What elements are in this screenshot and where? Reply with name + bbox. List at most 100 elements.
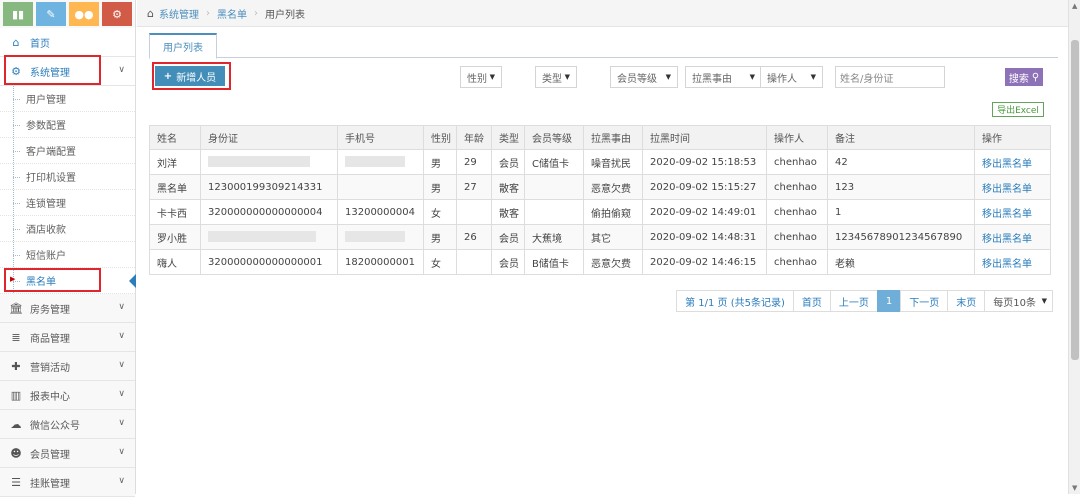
main-content: ⌂ 系统管理 › 黑名单 › 用户列表 用户列表 + 新增人员 性别 ▼ 类型 ▼ … — [137, 0, 1080, 494]
breadcrumb-item[interactable]: 黑名单 — [217, 6, 247, 21]
cell-gender: 女 — [423, 249, 457, 275]
member-level-select[interactable]: 会员等级 ▼ — [610, 66, 678, 88]
cell-reason: 其它 — [583, 224, 643, 250]
cell-id-redacted — [200, 224, 338, 250]
cogs-icon[interactable]: ⚙ — [102, 2, 132, 26]
pagination-next[interactable]: 下一页 — [900, 290, 949, 312]
sidebar-item-room[interactable]: 🏛 房务管理 ∨ — [0, 294, 135, 323]
sidebar-subitem-payment[interactable]: 酒店收款 — [0, 216, 135, 242]
cell-reason: 噪音扰民 — [583, 149, 643, 175]
gender-select[interactable]: 性别 ▼ — [460, 66, 502, 88]
per-page-select[interactable]: 每页10条 ▼ — [984, 290, 1053, 312]
cell-type: 散客 — [491, 199, 525, 225]
highlight-box-system — [4, 55, 101, 85]
sidebar-item-marketing[interactable]: ✚ 营销活动 ∨ — [0, 352, 135, 381]
pagination-last[interactable]: 末页 — [947, 290, 986, 312]
breadcrumb-item[interactable]: 系统管理 — [159, 6, 199, 21]
sidebar-subitem-chain[interactable]: 连锁管理 — [0, 190, 135, 216]
vertical-scrollbar[interactable]: ▲ ▼ — [1068, 0, 1080, 494]
pagination-current[interactable]: 1 — [876, 290, 902, 312]
cell-note: 42 — [827, 149, 975, 175]
sidebar-item-credit[interactable]: ☰ 挂账管理 ∨ — [0, 468, 135, 497]
cell-level: C储值卡 — [524, 149, 584, 175]
cell-time: 2020-09-02 14:48:31 — [642, 224, 767, 250]
export-excel-button[interactable]: 导出Excel — [992, 102, 1044, 117]
sidebar-item-wechat[interactable]: ☁ 微信公众号 ∨ — [0, 410, 135, 439]
column-header: 类型 — [491, 125, 525, 150]
cell-time: 2020-09-02 14:49:01 — [642, 199, 767, 225]
sidebar-subitem-params[interactable]: 参数配置 — [0, 112, 135, 138]
column-header: 年龄 — [456, 125, 492, 150]
cell-note: 1 — [827, 199, 975, 225]
bank-icon: 🏛 — [9, 301, 23, 315]
sidebar-item-members[interactable]: ☻ 会员管理 ∨ — [0, 439, 135, 468]
cell-age: 27 — [456, 174, 492, 200]
operator-select[interactable]: 操作人 ▼ — [760, 66, 823, 88]
cell-reason: 恶意欠费 — [583, 249, 643, 275]
add-person-label: 新增人员 — [176, 72, 217, 84]
remove-from-blacklist-link[interactable]: 移出黑名单 — [974, 249, 1051, 275]
scrollbar-thumb[interactable] — [1071, 40, 1079, 360]
chevron-down-icon: ∨ — [118, 418, 125, 428]
users-icon[interactable]: ●● — [69, 2, 99, 26]
pencil-icon[interactable]: ✎ — [36, 2, 66, 26]
cell-gender: 男 — [423, 224, 457, 250]
add-person-button[interactable]: + 新增人员 — [155, 66, 225, 86]
sidebar-item-label: 房务管理 — [30, 304, 70, 316]
filter-label: 拉黑事由 — [692, 73, 732, 85]
sidebar-item-home[interactable]: ⌂ 首页 — [0, 28, 135, 57]
sidebar-subitem-client-config[interactable]: 客户端配置 — [0, 138, 135, 164]
sidebar-item-label: 会员管理 — [30, 449, 70, 461]
per-page-label: 每页10条 — [993, 297, 1036, 309]
type-select[interactable]: 类型 ▼ — [535, 66, 577, 88]
sidebar-item-label: 报表中心 — [30, 391, 70, 403]
redacted-block — [208, 231, 316, 243]
pagination-first[interactable]: 首页 — [792, 290, 831, 312]
blacklist-table: 姓名 身份证 手机号 性别 年龄 类型 会员等级 拉黑事由 拉黑时间 操作人 备… — [149, 125, 1051, 275]
search-input[interactable]: 姓名/身份证 — [835, 66, 945, 88]
chevron-down-icon: ∨ — [118, 65, 125, 75]
reason-select[interactable]: 拉黑事由 ▼ — [685, 66, 762, 88]
cell-phone: 18200000001 — [337, 249, 424, 275]
home-icon[interactable]: ⌂ — [147, 7, 154, 20]
redacted-block — [345, 231, 405, 243]
tab-user-list[interactable]: 用户列表 — [149, 33, 217, 59]
database-icon: ≣ — [11, 330, 21, 344]
search-icon: ⚲ — [1031, 71, 1040, 83]
cell-name: 黑名单 — [149, 174, 201, 200]
remove-from-blacklist-link[interactable]: 移出黑名单 — [974, 199, 1051, 225]
sidebar-item-reports[interactable]: ▥ 报表中心 ∨ — [0, 381, 135, 410]
breadcrumb-separator: › — [205, 7, 210, 19]
sidebar-subitem-user-management[interactable]: 用户管理 — [0, 86, 135, 112]
cell-id-redacted — [200, 149, 338, 175]
remove-from-blacklist-link[interactable]: 移出黑名单 — [974, 149, 1051, 175]
cell-reason: 偷拍偷窥 — [583, 199, 643, 225]
active-indicator — [129, 274, 136, 288]
scroll-down-icon[interactable]: ▼ — [1072, 484, 1077, 492]
caret-down-icon: ▼ — [489, 73, 495, 81]
chevron-down-icon: ∨ — [118, 331, 125, 341]
column-header: 拉黑事由 — [583, 125, 643, 150]
sidebar-subitem-sms[interactable]: 短信账户 — [0, 242, 135, 268]
cell-name: 嗨人 — [149, 249, 201, 275]
cell-time: 2020-09-02 15:18:53 — [642, 149, 767, 175]
sidebar-subitem-printer[interactable]: 打印机设置 — [0, 164, 135, 190]
column-header: 备注 — [827, 125, 975, 150]
toolbar: + 新增人员 性别 ▼ 类型 ▼ 会员等级 ▼ 拉黑事由 ▼ 操作人 ▼ 姓名/身份证 搜… — [149, 66, 1058, 90]
cell-gender: 男 — [423, 174, 457, 200]
scroll-up-icon[interactable]: ▲ — [1072, 2, 1077, 10]
remove-from-blacklist-link[interactable]: 移出黑名单 — [974, 174, 1051, 200]
caret-down-icon: ▼ — [564, 73, 570, 81]
sidebar-item-goods[interactable]: ≣ 商品管理 ∨ — [0, 323, 135, 352]
bar-chart-icon: ▥ — [10, 388, 22, 402]
search-button[interactable]: 搜索 ⚲ — [1005, 68, 1043, 86]
bar-chart-icon[interactable]: ▮▮ — [3, 2, 33, 26]
cell-operator: chenhao — [766, 199, 828, 225]
remove-from-blacklist-link[interactable]: 移出黑名单 — [974, 224, 1051, 250]
pagination: 第 1/1 页 (共5条记录) 首页 上一页 1 下一页 末页 每页10条 ▼ — [676, 290, 1053, 312]
column-header: 性别 — [423, 125, 457, 150]
pagination-prev[interactable]: 上一页 — [829, 290, 878, 312]
shortcut-buttons: ▮▮ ✎ ●● ⚙ — [0, 0, 135, 28]
cell-time: 2020-09-02 15:15:27 — [642, 174, 767, 200]
cell-age: 29 — [456, 149, 492, 175]
